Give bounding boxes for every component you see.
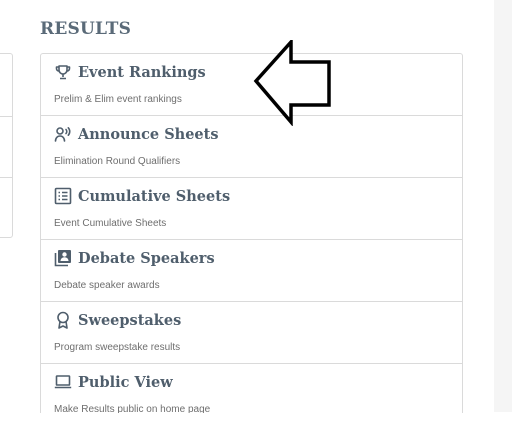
result-item-debate-speakers[interactable]: Debate Speakers Debate speaker awards bbox=[41, 240, 462, 302]
list-icon bbox=[54, 187, 72, 205]
left-arrow-icon bbox=[253, 40, 331, 126]
result-item-title: Sweepstakes bbox=[78, 311, 182, 329]
result-item-header: Event Rankings bbox=[54, 63, 206, 81]
result-item-title: Debate Speakers bbox=[78, 249, 215, 267]
result-item-header: Announce Sheets bbox=[54, 125, 219, 143]
scroll-gutter bbox=[494, 0, 512, 412]
result-item-title: Cumulative Sheets bbox=[78, 187, 231, 205]
result-item-sweepstakes[interactable]: Sweepstakes Program sweepstake results bbox=[41, 302, 462, 364]
result-item-description: Make Results public on home page bbox=[54, 404, 211, 413]
speaker-badge-icon bbox=[54, 249, 72, 267]
trophy-icon bbox=[54, 63, 72, 81]
result-item-cumulative-sheets[interactable]: Cumulative Sheets Event Cumulative Sheet… bbox=[41, 178, 462, 240]
result-item-title: Public View bbox=[78, 373, 173, 391]
laptop-icon bbox=[54, 373, 72, 391]
result-item-header: Cumulative Sheets bbox=[54, 187, 230, 205]
result-item-header: Debate Speakers bbox=[54, 249, 215, 267]
left-panel-edge bbox=[0, 53, 13, 238]
results-page: RESULTS Event Rankings Prelim & Elim eve… bbox=[0, 0, 512, 425]
result-item-announce-sheets[interactable]: Announce Sheets Elimination Round Qualif… bbox=[41, 116, 462, 178]
result-item-description: Prelim & Elim event rankings bbox=[54, 94, 182, 105]
results-list: Event Rankings Prelim & Elim event ranki… bbox=[40, 53, 463, 413]
result-item-description: Debate speaker awards bbox=[54, 280, 160, 291]
result-item-event-rankings[interactable]: Event Rankings Prelim & Elim event ranki… bbox=[41, 54, 462, 116]
section-title: RESULTS bbox=[40, 19, 132, 39]
result-item-public-view[interactable]: Public View Make Results public on home … bbox=[41, 364, 462, 414]
result-item-description: Program sweepstake results bbox=[54, 342, 181, 353]
result-item-header: Sweepstakes bbox=[54, 311, 181, 329]
result-item-title: Event Rankings bbox=[78, 63, 206, 81]
result-item-title: Announce Sheets bbox=[78, 125, 219, 143]
left-panel-divider bbox=[0, 177, 12, 178]
result-item-description: Elimination Round Qualifiers bbox=[54, 156, 181, 167]
announce-icon bbox=[54, 125, 72, 143]
left-panel-divider bbox=[0, 116, 12, 117]
result-item-description: Event Cumulative Sheets bbox=[54, 218, 167, 229]
award-ribbon-icon bbox=[54, 311, 72, 329]
result-item-header: Public View bbox=[54, 373, 173, 391]
